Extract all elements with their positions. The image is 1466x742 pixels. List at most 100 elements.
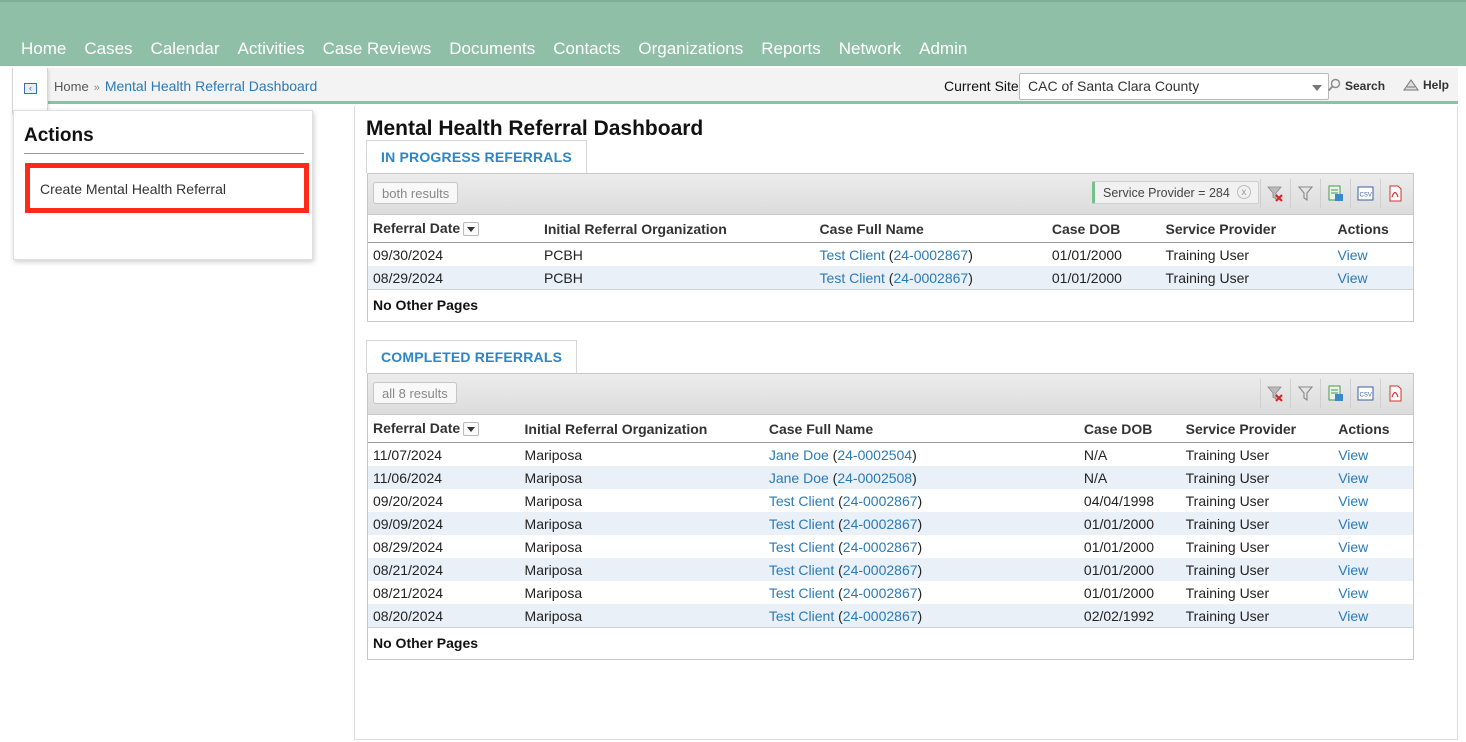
case-id-link[interactable]: 24-0002867 (843, 516, 918, 532)
sort-dropdown-icon[interactable] (463, 421, 480, 436)
service-provider: Training User (1185, 561, 1270, 578)
referral-organization: Mariposa (524, 584, 583, 601)
nav-item-case-reviews[interactable]: Case Reviews (314, 39, 441, 59)
column-header[interactable]: Actions (1333, 415, 1413, 443)
view-link[interactable]: View (1338, 608, 1368, 624)
nav-item-organizations[interactable]: Organizations (629, 39, 752, 59)
column-header[interactable]: Case DOB (1046, 215, 1161, 243)
clear-filter-icon[interactable] (1260, 379, 1289, 408)
nav-item-contacts[interactable]: Contacts (544, 39, 629, 59)
column-header[interactable]: Case Full Name (814, 215, 1047, 243)
filter-icon[interactable] (1290, 179, 1319, 208)
case-name-link[interactable]: Test Client (769, 608, 834, 624)
create-mental-health-referral-button[interactable]: Create Mental Health Referral (25, 163, 309, 213)
referral-date: 08/20/2024 (373, 607, 444, 624)
table-cell: 08/21/2024 (368, 558, 520, 581)
table-cell: Mariposa (520, 443, 764, 467)
csv-export-icon[interactable]: CSV (1350, 179, 1379, 208)
sidebar-toggle-icon: ‹ (24, 83, 37, 94)
results-count-button[interactable]: all 8 results (373, 382, 457, 404)
view-link[interactable]: View (1338, 516, 1368, 532)
case-id-link[interactable]: 24-0002504 (837, 447, 912, 463)
sidebar-toggle-button[interactable]: ‹ (12, 68, 48, 114)
view-link[interactable]: View (1338, 470, 1368, 486)
tab-in-progress-referrals[interactable]: IN PROGRESS REFERRALS (366, 140, 587, 173)
column-header[interactable]: Actions (1332, 215, 1413, 243)
remove-filter-icon[interactable]: x (1236, 185, 1251, 199)
nav-item-documents[interactable]: Documents (440, 39, 544, 59)
case-name-link[interactable]: Test Client (769, 562, 834, 578)
column-header[interactable]: Initial Referral Organization (519, 415, 764, 443)
nav-item-network[interactable]: Network (830, 39, 910, 59)
referral-organization: Mariposa (524, 492, 583, 509)
search-icon (1327, 78, 1341, 92)
case-id-link[interactable]: 24-0002508 (837, 470, 912, 486)
case-id-link[interactable]: 24-0002867 (843, 493, 918, 509)
view-link[interactable]: View (1338, 562, 1368, 578)
table-cell: Mariposa (519, 558, 764, 581)
svg-text:CSV: CSV (1360, 393, 1372, 399)
case-id-link[interactable]: 24-0002867 (893, 247, 968, 263)
case-name-link[interactable]: Jane Doe (769, 447, 829, 463)
filter-icon[interactable] (1290, 379, 1319, 408)
column-header[interactable]: Referral Date (368, 415, 520, 443)
view-link[interactable]: View (1338, 270, 1368, 286)
create-referral-label: Create Mental Health Referral (40, 181, 226, 197)
table-cell: N/A (1079, 443, 1181, 467)
column-header[interactable]: Service Provider (1180, 415, 1334, 443)
case-id-link[interactable]: 24-0002867 (843, 608, 918, 624)
case-name-link[interactable]: Jane Doe (769, 470, 829, 486)
case-name-link[interactable]: Test Client (820, 270, 885, 286)
case-name-link[interactable]: Test Client (769, 493, 834, 509)
tab-completed-referrals[interactable]: COMPLETED REFERRALS (366, 340, 578, 373)
excel-export-icon[interactable] (1320, 379, 1349, 408)
view-link[interactable]: View (1338, 447, 1368, 463)
sort-dropdown-icon[interactable] (463, 221, 480, 236)
column-header[interactable]: Referral Date (368, 215, 539, 243)
nav-item-cases[interactable]: Cases (75, 39, 141, 59)
clear-filter-icon[interactable] (1260, 179, 1289, 208)
case-name-link[interactable]: Test Client (769, 516, 834, 532)
actions-title: Actions (24, 125, 304, 154)
referral-date: 11/06/2024 (373, 469, 443, 486)
breadcrumb-current[interactable]: Mental Health Referral Dashboard (105, 78, 317, 94)
column-header[interactable]: Service Provider (1160, 215, 1333, 243)
table-cell: Training User (1181, 443, 1334, 467)
column-header[interactable]: Initial Referral Organization (538, 215, 815, 243)
case-name-link[interactable]: Test Client (820, 247, 885, 263)
nav-item-home[interactable]: Home (12, 39, 75, 59)
breadcrumb-bar: Home » Mental Health Referral Dashboard Cu… (12, 68, 1458, 104)
table-cell: N/A (1078, 466, 1181, 489)
column-header-label: Service Provider (1185, 420, 1297, 437)
breadcrumb-home-link[interactable]: Home (54, 79, 89, 94)
case-id-link[interactable]: 24-0002867 (843, 585, 918, 601)
case-id-link[interactable]: 24-0002867 (843, 562, 918, 578)
table-cell: 02/02/1992 (1078, 604, 1181, 627)
csv-export-icon[interactable]: CSV (1350, 379, 1379, 408)
current-site-select[interactable]: CAC of Santa Clara County (1019, 73, 1329, 100)
view-link[interactable]: View (1338, 247, 1368, 263)
case-id-link[interactable]: 24-0002867 (893, 270, 968, 286)
pdf-export-icon[interactable] (1380, 379, 1409, 408)
case-id-link[interactable]: 24-0002867 (843, 539, 918, 555)
table-cell: Mariposa (520, 489, 764, 512)
view-link[interactable]: View (1338, 539, 1368, 555)
column-header-label: Referral Date (373, 220, 461, 237)
column-header[interactable]: Case Full Name (763, 415, 1079, 443)
filter-chip[interactable]: Service Provider = 284 x (1092, 181, 1259, 204)
nav-item-reports[interactable]: Reports (752, 39, 830, 59)
view-link[interactable]: View (1338, 585, 1368, 601)
excel-export-icon[interactable] (1320, 179, 1349, 208)
column-header[interactable]: Case DOB (1078, 415, 1181, 443)
nav-item-activities[interactable]: Activities (229, 39, 314, 59)
results-count-button[interactable]: both results (373, 182, 459, 204)
view-link[interactable]: View (1338, 493, 1368, 509)
nav-item-calendar[interactable]: Calendar (142, 39, 229, 59)
search-button[interactable]: Search (1327, 78, 1385, 93)
case-name-link[interactable]: Test Client (769, 539, 834, 555)
case-name-link[interactable]: Test Client (769, 585, 834, 601)
help-button[interactable]: Help (1403, 78, 1449, 92)
nav-item-admin[interactable]: Admin (910, 39, 976, 59)
table-cell: View (1332, 266, 1413, 289)
pdf-export-icon[interactable] (1380, 179, 1409, 208)
